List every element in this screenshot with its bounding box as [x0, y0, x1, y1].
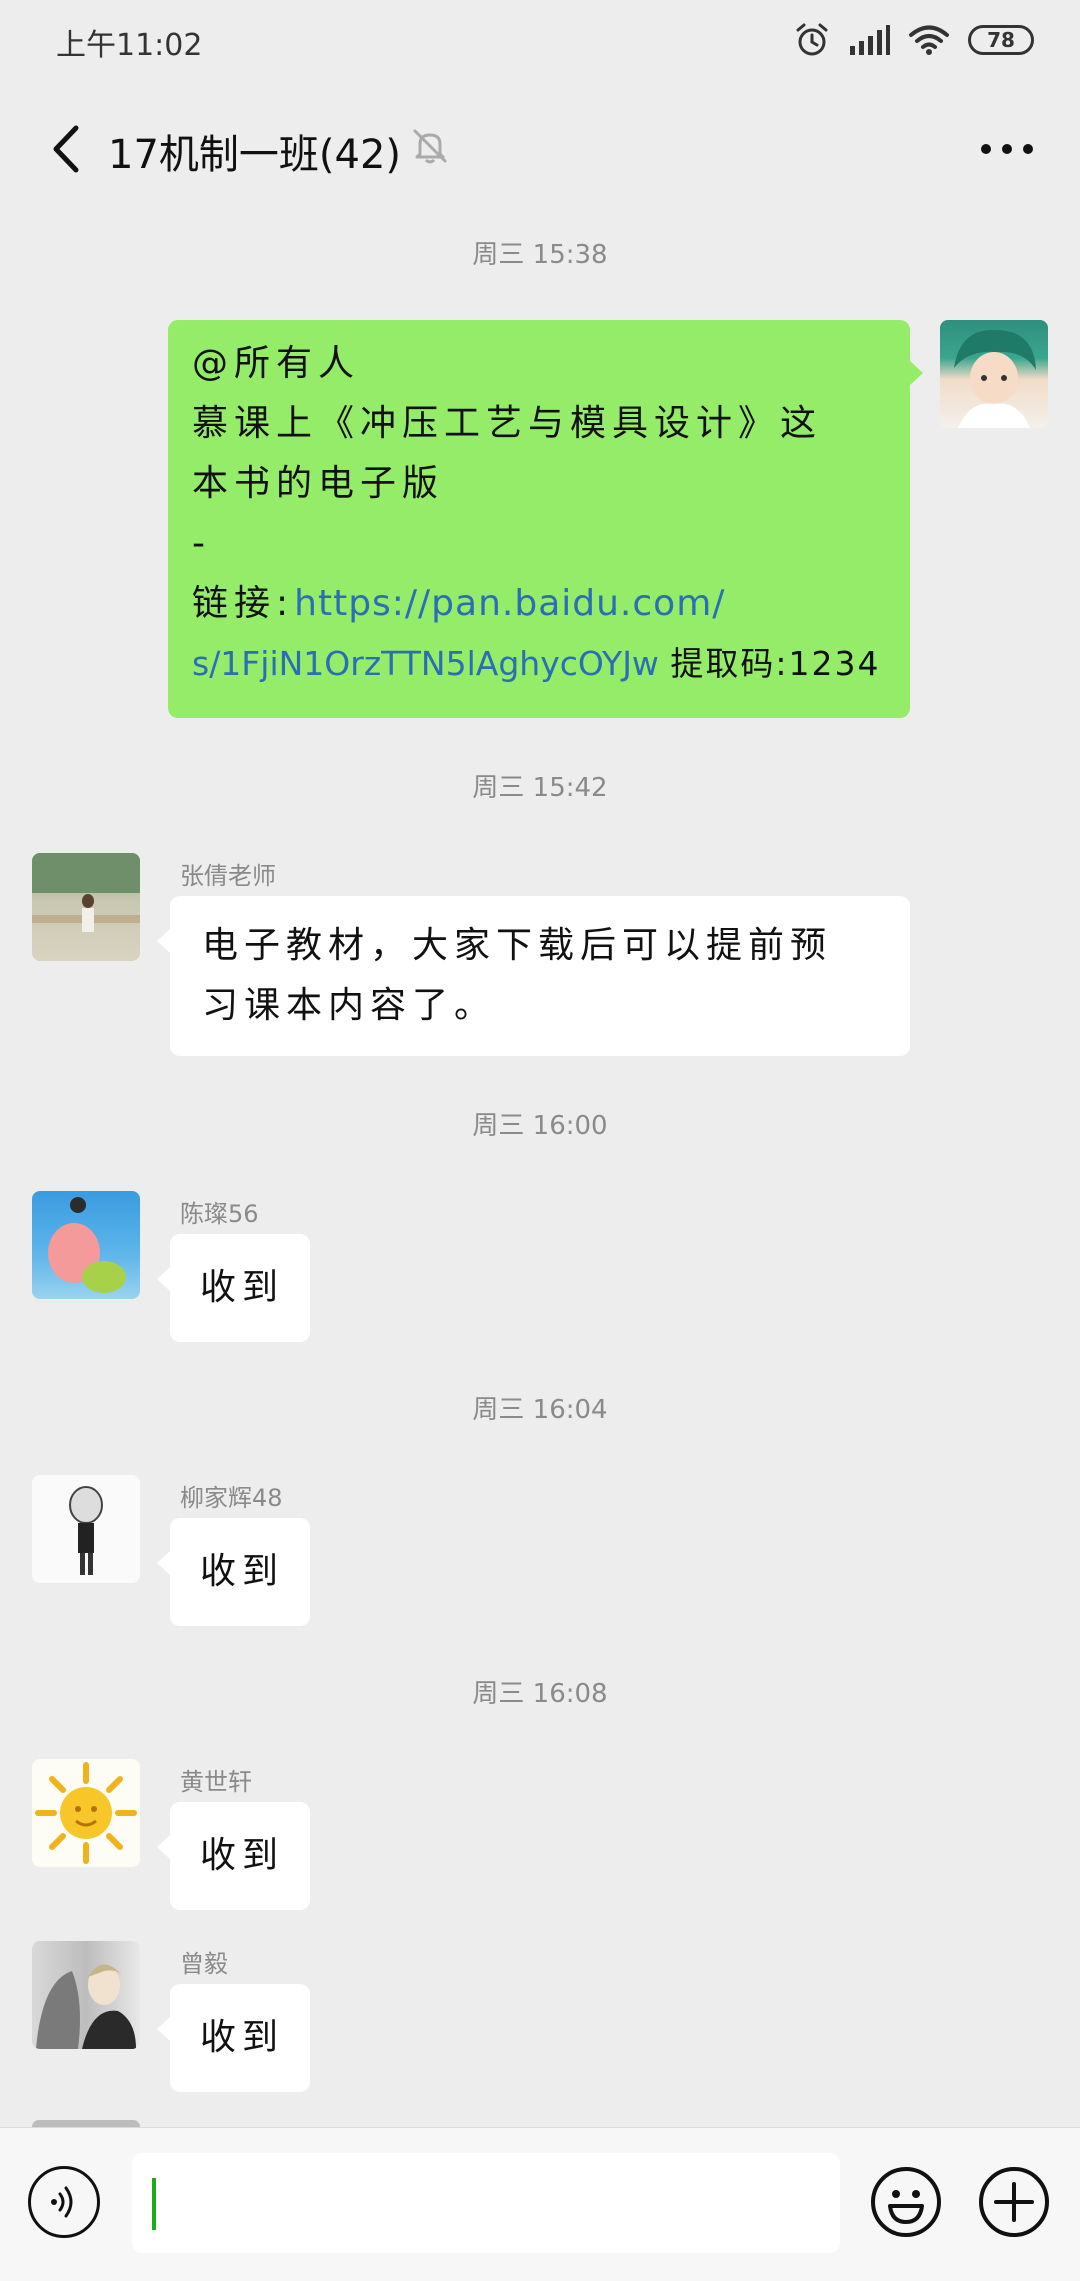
sender-avatar[interactable]: [32, 853, 140, 961]
status-bar: 上午11:02 78: [0, 0, 1080, 84]
avatar-image: [35, 1762, 137, 1864]
message-line: @所有人: [192, 343, 361, 384]
avatar-image: [32, 853, 140, 932]
avatar-image: [48, 1197, 126, 1293]
status-time: 上午11:02: [56, 28, 203, 63]
timestamp: 周三 16:08: [472, 1679, 608, 1709]
link-line: s/1FjiN1OrzTTN5lAghycOYJw 提取码:1234: [192, 634, 890, 694]
my-message-bubble[interactable]: @所有人 慕课上《冲压工艺与模具设计》这 本书的电子版 - 链接:https:/…: [168, 320, 923, 718]
battery-indicator: 78: [968, 25, 1034, 55]
avatar-image: [36, 1964, 136, 2049]
more-dots-icon: [981, 144, 1033, 154]
voice-button[interactable]: [28, 2166, 100, 2238]
message-line: 慕课上《冲压工艺与模具设计》这: [192, 403, 823, 444]
signal-icon: [850, 25, 890, 55]
wifi-icon: [909, 25, 949, 55]
link-line: 链接:https://pan.baidu.com/: [192, 574, 890, 634]
sender-name: 曾毅: [180, 1950, 228, 1978]
share-link-continued[interactable]: s/1FjiN1OrzTTN5lAghycOYJw: [192, 644, 659, 683]
chat-header: 17机制一班(42): [0, 84, 1080, 212]
sender-avatar[interactable]: [32, 1191, 140, 1299]
status-icons: 78: [794, 22, 1034, 58]
message-bubble[interactable]: 电子教材，大家下载后可以提前预 习课本内容了。: [157, 896, 910, 1056]
my-avatar[interactable]: [940, 320, 1048, 428]
timestamp: 周三 15:42: [472, 773, 608, 803]
sender-avatar-partial: [32, 2120, 140, 2127]
sender-avatar[interactable]: [32, 1759, 140, 1867]
extraction-code: 提取码:1234: [670, 644, 881, 683]
share-link[interactable]: https://pan.baidu.com/: [294, 583, 725, 624]
message-line: 本书的电子版: [192, 463, 445, 504]
avatar-image: [69, 1486, 103, 1575]
chevron-left-icon: [53, 125, 79, 173]
plus-icon[interactable]: [978, 2166, 1050, 2238]
sender-name: 黄世轩: [180, 1768, 252, 1796]
message-line: 习课本内容了。: [202, 985, 497, 1026]
alarm-icon: [796, 23, 828, 56]
chat-message-list[interactable]: 周三 15:38 @所有人 慕课上《冲压工艺与模具设计》这 本书的电子版 - 链…: [0, 212, 1080, 2127]
message-line: -: [192, 523, 211, 564]
message-bubble[interactable]: 收到: [157, 1518, 310, 1626]
emoji-icon[interactable]: [870, 2166, 942, 2238]
avatar-image: [954, 329, 1036, 428]
sender-avatar[interactable]: [32, 1941, 140, 2049]
message-bubble[interactable]: 收到: [157, 1802, 310, 1910]
timestamp: 周三 16:04: [472, 1395, 608, 1425]
message-bubble[interactable]: 收到: [157, 1234, 310, 1342]
timestamp: 周三 15:38: [472, 240, 608, 270]
message-bubble[interactable]: 收到: [157, 1984, 310, 2092]
message-line: 电子教材，大家下载后可以提前预: [202, 925, 833, 966]
sender-name: 张倩老师: [180, 862, 276, 890]
timestamp: 周三 16:00: [472, 1111, 608, 1141]
input-bar: [0, 2127, 1080, 2281]
sender-avatar[interactable]: [32, 1475, 140, 1583]
back-button[interactable]: [30, 114, 100, 184]
voice-icon: [51, 2186, 73, 2218]
text-cursor: [152, 2178, 156, 2230]
message-input[interactable]: [132, 2153, 840, 2253]
sender-name: 柳家辉48: [180, 1484, 283, 1512]
sender-name: 陈璨56: [180, 1200, 259, 1228]
more-options-button[interactable]: [972, 124, 1042, 174]
chat-title[interactable]: 17机制一班(42): [108, 122, 401, 180]
bell-off-icon: [413, 129, 447, 164]
link-label: 链接:: [192, 583, 295, 624]
